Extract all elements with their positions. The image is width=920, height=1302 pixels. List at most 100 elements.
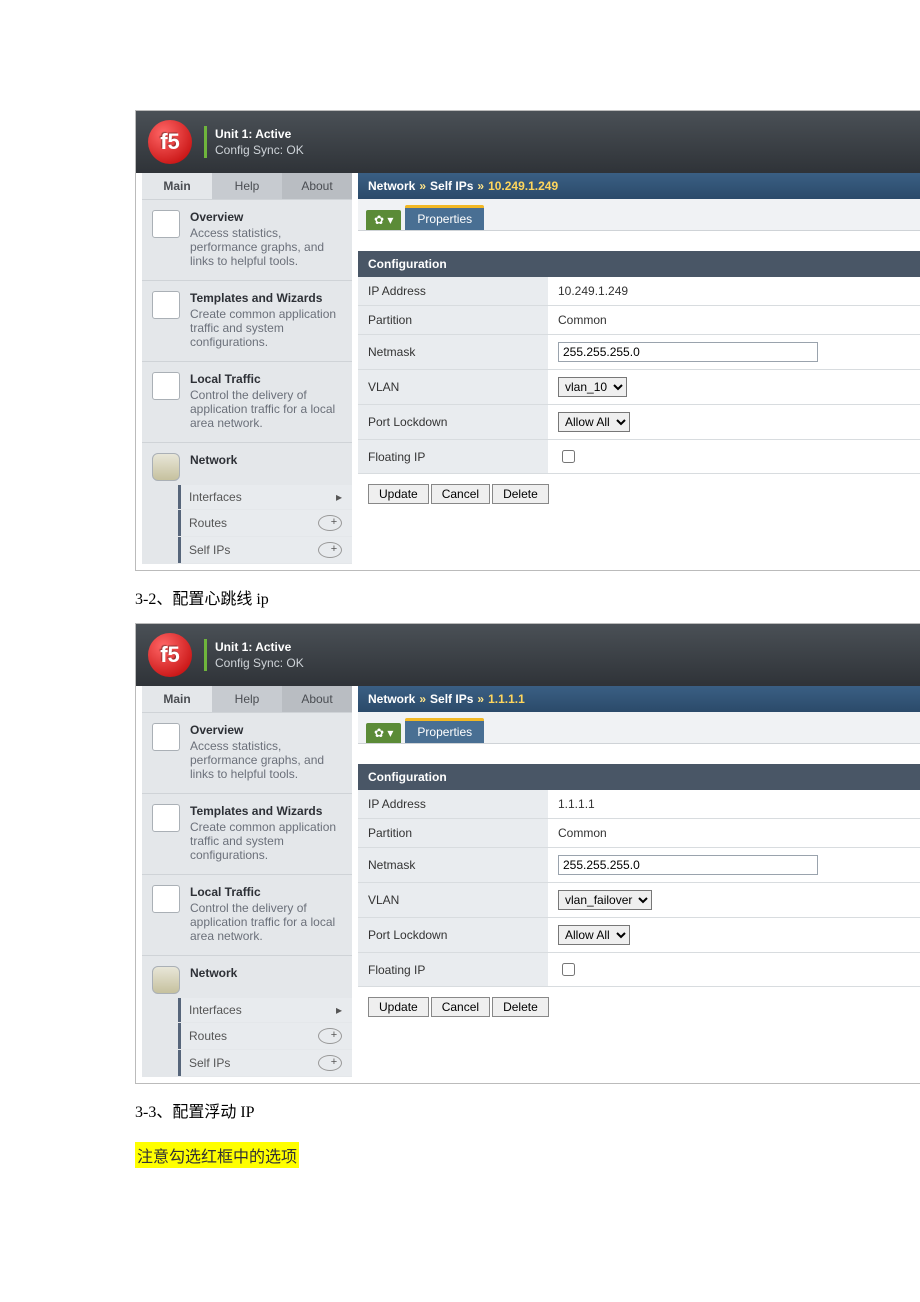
sub-routes[interactable]: Routes+ <box>178 510 352 536</box>
floatingip-checkbox[interactable] <box>562 963 575 976</box>
chevron-right-icon: ▸ <box>328 1003 342 1017</box>
value-partition: Common <box>548 819 920 848</box>
action-buttons: UpdateCancelDelete <box>358 474 920 514</box>
content-area: Network»Self IPs»1.1.1.1 ✿ ▾ Properties … <box>358 686 920 1027</box>
app-screenshot-1: f5 Unit 1: Active Config Sync: OK Main H… <box>135 110 920 571</box>
sidebar: Main Help About OverviewAccess statistic… <box>142 686 352 1077</box>
tab-properties[interactable]: Properties <box>405 718 484 743</box>
label-ip: IP Address <box>358 790 548 819</box>
action-buttons: UpdateCancelDelete <box>358 987 920 1027</box>
label-partition: Partition <box>358 306 548 335</box>
delete-button[interactable]: Delete <box>492 997 549 1017</box>
local-traffic-icon <box>152 885 180 913</box>
nav-templates[interactable]: Templates and WizardsCreate common appli… <box>142 793 352 874</box>
label-floatingip: Floating IP <box>358 953 548 987</box>
nav-local-traffic[interactable]: Local TrafficControl the delivery of app… <box>142 874 352 955</box>
templates-icon <box>152 291 180 319</box>
unit-status: Unit 1: Active <box>215 639 304 655</box>
label-netmask: Netmask <box>358 848 548 883</box>
local-traffic-icon <box>152 372 180 400</box>
network-icon <box>152 453 180 481</box>
label-floatingip: Floating IP <box>358 440 548 474</box>
tab-main[interactable]: Main <box>142 686 212 712</box>
section-configuration: Configuration <box>358 251 920 277</box>
caption-3-2: 3-2、配置心跳线 ip <box>135 585 920 609</box>
nav-network-sub: Interfaces▸ Routes+ Self IPs+ <box>142 998 352 1076</box>
portlockdown-select[interactable]: Allow All <box>558 412 630 432</box>
nav-network-sub: Interfaces▸ Routes+ Self IPs+ <box>142 485 352 563</box>
portlockdown-select[interactable]: Allow All <box>558 925 630 945</box>
nav-overview[interactable]: OverviewAccess statistics, performance g… <box>142 199 352 280</box>
sidebar: Main Help About OverviewAccess statistic… <box>142 173 352 564</box>
sub-routes[interactable]: Routes+ <box>178 1023 352 1049</box>
overview-icon <box>152 723 180 751</box>
f5-logo: f5 <box>148 633 192 677</box>
content-tabbar: ✿ ▾ Properties <box>358 199 920 231</box>
gear-menu[interactable]: ✿ ▾ <box>366 723 401 743</box>
tab-main[interactable]: Main <box>142 173 212 199</box>
cancel-button[interactable]: Cancel <box>431 997 490 1017</box>
vlan-select[interactable]: vlan_failover <box>558 890 652 910</box>
caption-3-3: 3-3、配置浮动 IP <box>135 1098 920 1122</box>
f5-logo: f5 <box>148 120 192 164</box>
plus-icon: + <box>318 1028 342 1044</box>
nav-overview[interactable]: OverviewAccess statistics, performance g… <box>142 712 352 793</box>
plus-icon: + <box>318 1055 342 1071</box>
chevron-right-icon: ▸ <box>328 490 342 504</box>
nav-templates[interactable]: Templates and WizardsCreate common appli… <box>142 280 352 361</box>
templates-icon <box>152 804 180 832</box>
value-partition: Common <box>548 306 920 335</box>
vlan-select[interactable]: vlan_10 <box>558 377 627 397</box>
unit-status: Unit 1: Active <box>215 126 304 142</box>
value-ip: 1.1.1.1 <box>548 790 920 819</box>
update-button[interactable]: Update <box>368 484 429 504</box>
label-portlockdown: Port Lockdown <box>358 918 548 953</box>
content-tabbar: ✿ ▾ Properties <box>358 712 920 744</box>
sub-interfaces[interactable]: Interfaces▸ <box>178 485 352 509</box>
label-ip: IP Address <box>358 277 548 306</box>
app-screenshot-2: f5 Unit 1: Active Config Sync: OK Main H… <box>135 623 920 1084</box>
overview-icon <box>152 210 180 238</box>
app-header: f5 Unit 1: Active Config Sync: OK <box>136 624 920 686</box>
nav-network[interactable]: Network <box>142 955 352 998</box>
nav-network[interactable]: Network <box>142 442 352 485</box>
label-netmask: Netmask <box>358 335 548 370</box>
plus-icon: + <box>318 542 342 558</box>
tab-help[interactable]: Help <box>212 686 282 712</box>
config-table: IP Address1.1.1.1 PartitionCommon Netmas… <box>358 790 920 987</box>
sub-interfaces[interactable]: Interfaces▸ <box>178 998 352 1022</box>
label-partition: Partition <box>358 819 548 848</box>
netmask-input[interactable] <box>558 855 818 875</box>
tab-about[interactable]: About <box>282 173 352 199</box>
delete-button[interactable]: Delete <box>492 484 549 504</box>
section-configuration: Configuration <box>358 764 920 790</box>
netmask-input[interactable] <box>558 342 818 362</box>
content-area: Network»Self IPs»10.249.1.249 ✿ ▾ Proper… <box>358 173 920 514</box>
tab-help[interactable]: Help <box>212 173 282 199</box>
label-portlockdown: Port Lockdown <box>358 405 548 440</box>
nav-local-traffic[interactable]: Local TrafficControl the delivery of app… <box>142 361 352 442</box>
network-icon <box>152 966 180 994</box>
status-block: Unit 1: Active Config Sync: OK <box>204 126 304 158</box>
label-vlan: VLAN <box>358 883 548 918</box>
tab-properties[interactable]: Properties <box>405 205 484 230</box>
sub-selfips[interactable]: Self IPs+ <box>178 1050 352 1076</box>
breadcrumb: Network»Self IPs»1.1.1.1 <box>358 686 920 712</box>
side-tabs: Main Help About <box>142 173 352 199</box>
breadcrumb: Network»Self IPs»10.249.1.249 <box>358 173 920 199</box>
highlight-note: 注意勾选红框中的选项 <box>135 1142 299 1168</box>
gear-menu[interactable]: ✿ ▾ <box>366 210 401 230</box>
tab-about[interactable]: About <box>282 686 352 712</box>
update-button[interactable]: Update <box>368 997 429 1017</box>
sync-status: Config Sync: OK <box>215 142 304 158</box>
sync-status: Config Sync: OK <box>215 655 304 671</box>
side-tabs: Main Help About <box>142 686 352 712</box>
label-vlan: VLAN <box>358 370 548 405</box>
app-header: f5 Unit 1: Active Config Sync: OK <box>136 111 920 173</box>
floatingip-checkbox[interactable] <box>562 450 575 463</box>
plus-icon: + <box>318 515 342 531</box>
status-block: Unit 1: Active Config Sync: OK <box>204 639 304 671</box>
cancel-button[interactable]: Cancel <box>431 484 490 504</box>
config-table: IP Address10.249.1.249 PartitionCommon N… <box>358 277 920 474</box>
sub-selfips[interactable]: Self IPs+ <box>178 537 352 563</box>
